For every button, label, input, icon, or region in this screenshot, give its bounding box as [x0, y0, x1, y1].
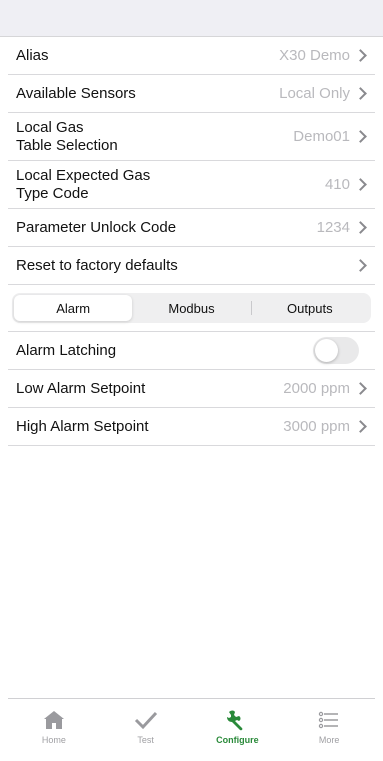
segmented-control: Alarm Modbus Outputs — [12, 293, 371, 323]
row-alias[interactable]: Alias X30 Demo — [8, 37, 375, 75]
chevron-right-icon — [354, 382, 367, 395]
segment-alarm[interactable]: Alarm — [14, 295, 133, 321]
row-reset-factory-defaults[interactable]: Reset to factory defaults — [8, 247, 375, 285]
configure-screen: Alias X30 Demo Available Sensors Local O… — [0, 0, 383, 761]
tab-more[interactable]: More — [283, 699, 375, 761]
tab-label: Home — [41, 735, 66, 745]
chevron-right-icon — [354, 178, 367, 191]
tab-label: Test — [137, 735, 154, 745]
row-label: High Alarm Setpoint — [16, 417, 149, 435]
row-available-sensors[interactable]: Available Sensors Local Only — [8, 75, 375, 113]
row-label: Alarm Latching — [16, 341, 117, 359]
row-parameter-unlock-code[interactable]: Parameter Unlock Code 1234 — [8, 209, 375, 247]
chevron-right-icon — [354, 221, 367, 234]
row-value: X30 Demo — [279, 47, 350, 64]
home-icon — [40, 707, 68, 733]
row-label: Low Alarm Setpoint — [16, 379, 146, 397]
segment-outputs[interactable]: Outputs — [250, 295, 369, 321]
chevron-right-icon — [354, 420, 367, 433]
row-alarm-latching: Alarm Latching — [8, 332, 375, 370]
row-expected-gas-type[interactable]: Local Expected Gas Type Code 410 — [8, 161, 375, 209]
row-value: 2000 ppm — [283, 380, 350, 397]
settings-list: Alias X30 Demo Available Sensors Local O… — [8, 37, 375, 446]
alarm-latching-toggle[interactable] — [313, 337, 359, 364]
row-label: Available Sensors — [16, 84, 136, 102]
row-value: 1234 — [316, 219, 350, 236]
tab-configure[interactable]: Configure — [192, 699, 284, 761]
row-label: Parameter Unlock Code — [16, 218, 177, 236]
segment-container: Alarm Modbus Outputs — [8, 285, 375, 332]
row-label: Local Gas Table Selection — [16, 118, 118, 154]
row-label: Alias — [16, 46, 49, 64]
list-icon — [315, 707, 343, 733]
tab-label: Configure — [216, 735, 259, 745]
row-value: 410 — [324, 176, 350, 193]
segment-modbus[interactable]: Modbus — [132, 295, 250, 321]
row-value: 3000 ppm — [283, 418, 350, 435]
tab-test[interactable]: Test — [100, 699, 192, 761]
row-low-alarm-setpoint[interactable]: Low Alarm Setpoint 2000 ppm — [8, 370, 375, 408]
row-label: Reset to factory defaults — [16, 256, 178, 274]
chevron-right-icon — [354, 87, 367, 100]
toggle-knob — [315, 339, 338, 362]
tab-home[interactable]: Home — [8, 699, 100, 761]
row-value: Local Only — [279, 85, 350, 102]
tab-label: More — [318, 735, 340, 745]
row-high-alarm-setpoint[interactable]: High Alarm Setpoint 3000 ppm — [8, 408, 375, 446]
row-label: Local Expected Gas Type Code — [16, 166, 151, 202]
chevron-right-icon — [354, 49, 367, 62]
chevron-right-icon — [354, 259, 367, 272]
tab-bar: Home Test Configure More — [8, 698, 375, 761]
wrench-icon — [223, 707, 251, 733]
row-value: Demo01 — [293, 128, 350, 145]
chevron-right-icon — [354, 130, 367, 143]
row-local-gas-table[interactable]: Local Gas Table Selection Demo01 — [8, 113, 375, 161]
top-bar — [0, 0, 383, 37]
checkmark-icon — [132, 707, 160, 733]
